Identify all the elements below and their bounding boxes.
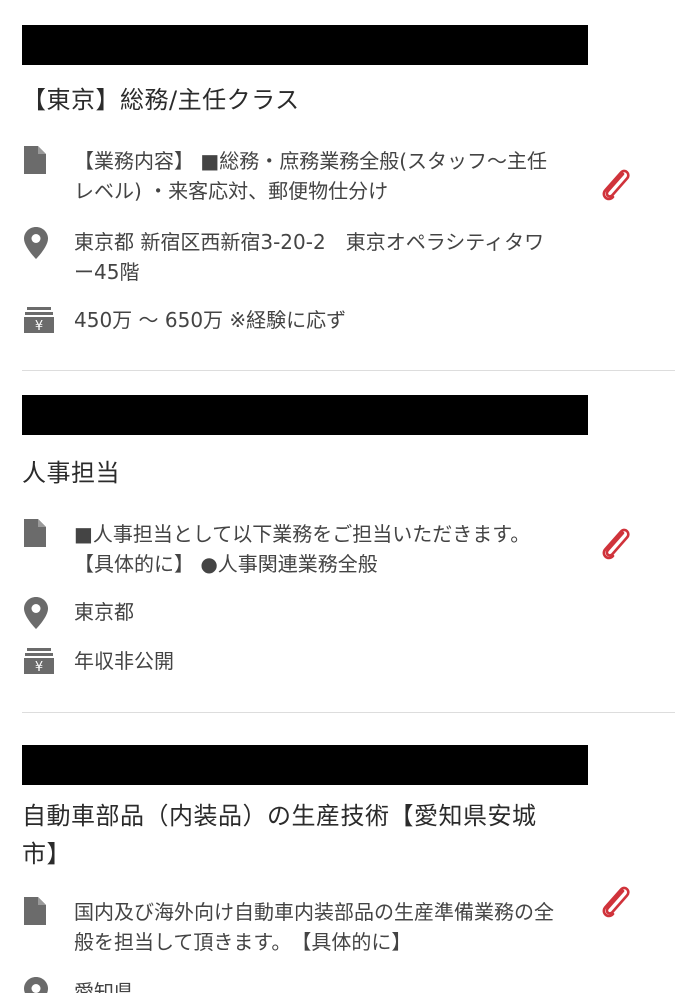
job-location: 東京都 新宿区西新宿3-20-2 東京オペラシティタワー45階 <box>74 230 545 284</box>
job-title[interactable]: 人事担当 <box>22 454 562 492</box>
paperclip-icon[interactable] <box>596 881 636 921</box>
job-description-row: 【業務内容】 ■総務・庶務業務全般(スタッフ〜主任レベル) ・来客応対、郵便物仕… <box>22 146 582 206</box>
job-description-row: 国内及び海外向け自動車内装部品の生産準備業務の全般を担当して頂きます。 【具体的… <box>22 897 582 957</box>
document-icon <box>22 897 58 925</box>
job-description: ■人事担当として以下業務をご担当いただきます。 【具体的に】 ●人事関連業務全般 <box>74 522 541 576</box>
redacted-company-name <box>22 25 588 65</box>
job-location-row: 愛知県 <box>22 977 582 993</box>
job-salary-row: ¥ 年収非公開 <box>22 646 582 676</box>
job-listing[interactable]: 自動車部品（内装品）の生産技術【愛知県安城市】 国内及び海外向け自動車内装部品の… <box>0 713 675 993</box>
map-pin-icon <box>22 227 58 259</box>
redacted-company-name <box>22 745 588 785</box>
svg-text:¥: ¥ <box>35 660 43 674</box>
job-title[interactable]: 自動車部品（内装品）の生産技術【愛知県安城市】 <box>22 797 562 873</box>
job-salary-row: ¥ 450万 〜 650万 ※経験に応ず <box>22 305 582 335</box>
job-location-row: 東京都 新宿区西新宿3-20-2 東京オペラシティタワー45階 <box>22 227 582 287</box>
yen-register-icon: ¥ <box>22 646 58 674</box>
job-description: 国内及び海外向け自動車内装部品の生産準備業務の全般を担当して頂きます。 【具体的… <box>74 900 554 954</box>
job-title[interactable]: 【東京】総務/主任クラス <box>22 81 562 119</box>
map-pin-icon <box>22 597 58 629</box>
job-location: 愛知県 <box>74 980 134 993</box>
job-location: 東京都 <box>74 600 134 624</box>
svg-text:¥: ¥ <box>35 319 43 333</box>
document-icon <box>22 146 58 174</box>
job-description-row: ■人事担当として以下業務をご担当いただきます。 【具体的に】 ●人事関連業務全般 <box>22 519 582 579</box>
map-pin-icon <box>22 977 58 993</box>
job-listing[interactable]: 人事担当 ■人事担当として以下業務をご担当いただきます。 【具体的に】 ●人事関… <box>0 371 675 712</box>
job-salary: 450万 〜 650万 ※経験に応ず <box>74 308 347 332</box>
document-icon <box>22 519 58 547</box>
paperclip-icon[interactable] <box>596 164 636 204</box>
redacted-company-name <box>22 395 588 435</box>
job-description: 【業務内容】 ■総務・庶務業務全般(スタッフ〜主任レベル) ・来客応対、郵便物仕… <box>74 149 548 203</box>
job-listing[interactable]: 【東京】総務/主任クラス 【業務内容】 ■総務・庶務業務全般(スタッフ〜主任レベ… <box>0 0 675 370</box>
job-salary: 年収非公開 <box>74 649 174 673</box>
yen-register-icon: ¥ <box>22 305 58 333</box>
paperclip-icon[interactable] <box>596 523 636 563</box>
job-location-row: 東京都 <box>22 597 582 629</box>
